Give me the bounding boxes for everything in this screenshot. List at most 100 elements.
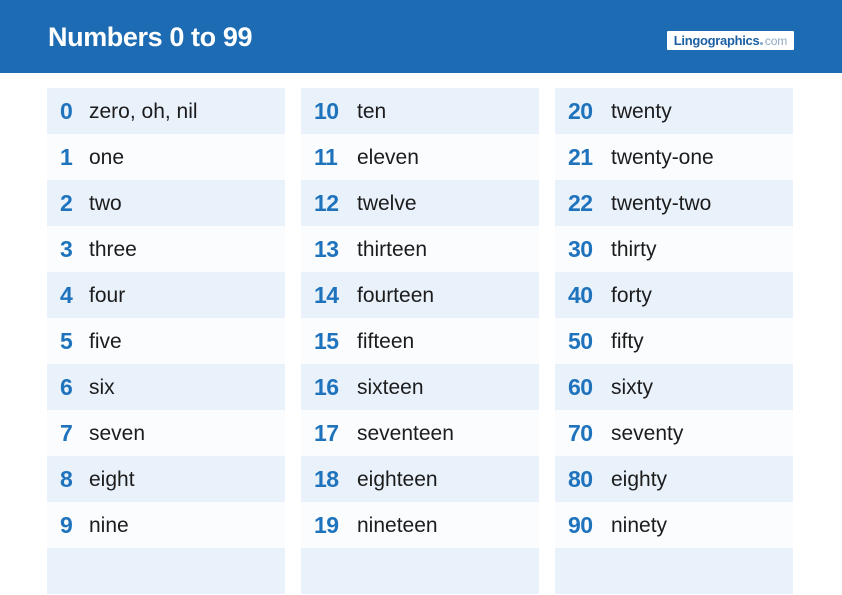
number-word: six bbox=[89, 375, 115, 399]
number-row[interactable]: 9 nine bbox=[47, 502, 285, 548]
brand-logo-dot-icon bbox=[760, 42, 764, 45]
number-row[interactable]: 12 twelve bbox=[301, 180, 539, 226]
number-value: 16 bbox=[314, 373, 339, 400]
number-row[interactable]: 2 two bbox=[47, 180, 285, 226]
numbers-columns: 0 zero, oh, nil 1 one 2 two 3 three 4 four 5 five 6 s… bbox=[47, 88, 793, 594]
number-word: five bbox=[89, 329, 122, 353]
number-row[interactable]: 10 ten bbox=[301, 88, 539, 134]
number-word: thirty bbox=[611, 237, 657, 261]
column-teens: 10 ten 11 eleven 12 twelve 13 thirteen 14 fourtee… bbox=[301, 88, 539, 594]
number-row[interactable]: 20 twenty bbox=[555, 88, 793, 134]
number-row[interactable]: 13 thirteen bbox=[301, 226, 539, 272]
page-title: Numbers 0 to 99 bbox=[48, 22, 253, 52]
number-word: zero, oh, nil bbox=[89, 99, 198, 123]
number-row[interactable]: 14 fourteen bbox=[301, 272, 539, 318]
number-value: 9 bbox=[60, 511, 73, 538]
number-word: nineteen bbox=[357, 513, 438, 537]
number-value: 60 bbox=[568, 373, 593, 400]
number-word: seven bbox=[89, 421, 146, 445]
numbers-reference-page: Numbers 0 to 99 Lingographics com 0 zero,… bbox=[0, 0, 842, 595]
number-value: 19 bbox=[314, 511, 339, 538]
number-word: seventeen bbox=[357, 421, 454, 445]
number-row[interactable]: 4 four bbox=[47, 272, 285, 318]
number-value: 0 bbox=[60, 97, 73, 124]
number-row[interactable]: 50 fifty bbox=[555, 318, 793, 364]
number-value: 11 bbox=[314, 143, 338, 170]
number-value: 1 bbox=[60, 143, 73, 170]
number-row[interactable]: 1 one bbox=[47, 134, 285, 180]
number-word: thirteen bbox=[357, 237, 428, 261]
brand-logo-tld: com bbox=[764, 34, 787, 48]
number-value: 17 bbox=[314, 419, 339, 446]
number-row[interactable]: 6 six bbox=[47, 364, 285, 410]
brand-logo-name: Lingographics bbox=[673, 33, 760, 48]
number-word: twelve bbox=[357, 191, 417, 215]
number-row[interactable]: 22 twenty-two bbox=[555, 180, 793, 226]
number-value: 15 bbox=[314, 327, 339, 354]
number-row[interactable]: 0 zero, oh, nil bbox=[47, 88, 285, 134]
number-row[interactable]: 70 seventy bbox=[555, 410, 793, 456]
number-value: 13 bbox=[314, 235, 339, 262]
number-row[interactable]: 40 forty bbox=[555, 272, 793, 318]
number-value: 80 bbox=[568, 465, 593, 492]
number-row[interactable]: 17 seventeen bbox=[301, 410, 539, 456]
number-word: nine bbox=[89, 513, 129, 537]
number-row[interactable]: 3 three bbox=[47, 226, 285, 272]
number-word: two bbox=[89, 191, 122, 215]
column-tens: 20 twenty 21 twenty-one 22 twenty-two 30 thirty… bbox=[555, 88, 793, 594]
number-word: seventy bbox=[611, 421, 684, 445]
number-value: 4 bbox=[60, 281, 73, 308]
number-value: 2 bbox=[60, 189, 73, 216]
number-row-empty bbox=[555, 548, 793, 594]
number-word: eight bbox=[89, 467, 135, 491]
number-value: 5 bbox=[60, 327, 73, 354]
number-word: four bbox=[89, 283, 126, 307]
number-row[interactable]: 8 eight bbox=[47, 456, 285, 502]
number-value: 50 bbox=[568, 327, 593, 354]
number-row[interactable]: 80 eighty bbox=[555, 456, 793, 502]
number-word: ten bbox=[357, 99, 387, 123]
number-value: 12 bbox=[314, 189, 339, 216]
number-value: 18 bbox=[314, 465, 339, 492]
number-row[interactable]: 15 fifteen bbox=[301, 318, 539, 364]
number-value: 3 bbox=[60, 235, 73, 262]
number-word: fifty bbox=[611, 329, 644, 353]
number-value: 22 bbox=[568, 189, 593, 216]
number-value: 10 bbox=[314, 97, 339, 124]
number-row[interactable]: 21 twenty-one bbox=[555, 134, 793, 180]
number-value: 70 bbox=[568, 419, 593, 446]
number-row[interactable]: 11 eleven bbox=[301, 134, 539, 180]
number-word: forty bbox=[611, 283, 652, 307]
number-word: sixty bbox=[611, 375, 653, 399]
number-value: 8 bbox=[60, 465, 73, 492]
number-value: 6 bbox=[60, 373, 73, 400]
number-value: 20 bbox=[568, 97, 593, 124]
number-word: fifteen bbox=[357, 329, 415, 353]
number-value: 90 bbox=[568, 511, 593, 538]
number-row-empty bbox=[47, 548, 285, 594]
number-word: eighteen bbox=[357, 467, 438, 491]
number-word: eighty bbox=[611, 467, 668, 491]
number-word: ninety bbox=[611, 513, 668, 537]
number-row[interactable]: 19 nineteen bbox=[301, 502, 539, 548]
number-row[interactable]: 60 sixty bbox=[555, 364, 793, 410]
number-row[interactable]: 90 ninety bbox=[555, 502, 793, 548]
number-word: twenty-one bbox=[611, 145, 714, 169]
number-row[interactable]: 16 sixteen bbox=[301, 364, 539, 410]
number-word: fourteen bbox=[357, 283, 435, 307]
number-word: sixteen bbox=[357, 375, 424, 399]
number-word: eleven bbox=[357, 145, 419, 169]
number-row[interactable]: 30 thirty bbox=[555, 226, 793, 272]
number-row[interactable]: 18 eighteen bbox=[301, 456, 539, 502]
number-row[interactable]: 7 seven bbox=[47, 410, 285, 456]
number-word: twenty bbox=[611, 99, 672, 123]
brand-logo[interactable]: Lingographics com bbox=[666, 31, 794, 50]
number-value: 40 bbox=[568, 281, 593, 308]
column-ones: 0 zero, oh, nil 1 one 2 two 3 three 4 four 5 five 6 s… bbox=[47, 88, 285, 594]
number-value: 7 bbox=[60, 419, 73, 446]
number-word: one bbox=[89, 145, 125, 169]
number-value: 14 bbox=[314, 281, 339, 308]
number-row-empty bbox=[301, 548, 539, 594]
number-row[interactable]: 5 five bbox=[47, 318, 285, 364]
number-value: 21 bbox=[568, 143, 593, 170]
